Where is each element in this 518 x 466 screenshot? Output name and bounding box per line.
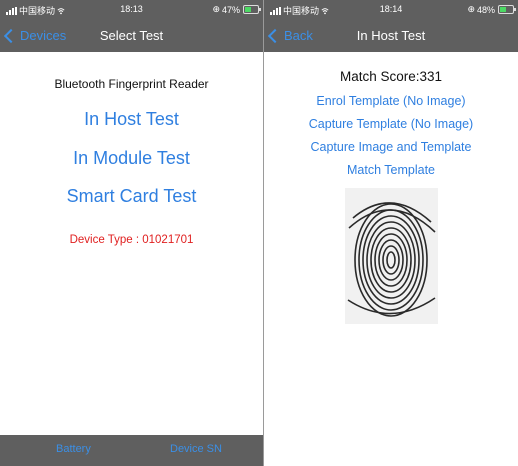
enrol-template-button[interactable]: Enrol Template (No Image) bbox=[264, 94, 518, 108]
capture-image-template-button[interactable]: Capture Image and Template bbox=[264, 140, 518, 154]
navigation-bar: Back In Host Test bbox=[264, 18, 518, 52]
battery-icon bbox=[243, 5, 261, 14]
fingerprint-image bbox=[345, 188, 438, 324]
match-template-button[interactable]: Match Template bbox=[264, 163, 518, 177]
in-host-test-button[interactable]: In Host Test bbox=[0, 109, 263, 130]
tab-bar: Battery Device SN bbox=[0, 435, 263, 466]
in-module-test-button[interactable]: In Module Test bbox=[0, 148, 263, 169]
match-score-label: Match Score:331 bbox=[339, 69, 443, 84]
battery-group: ⊕ 48% bbox=[467, 4, 516, 15]
nav-title: In Host Test bbox=[356, 28, 426, 43]
select-test-screen: 中国移动 18:13 ⊕ 47% Devices Select Test Blu… bbox=[0, 0, 263, 466]
tab-battery[interactable]: Battery bbox=[56, 443, 91, 455]
battery-icon bbox=[498, 5, 516, 14]
battery-group: ⊕ 47% bbox=[212, 4, 261, 15]
tab-device-sn[interactable]: Device SN bbox=[170, 443, 222, 455]
status-bar: 中国移动 18:13 ⊕ 47% bbox=[0, 0, 263, 18]
device-type-label: Device Type : 01021701 bbox=[69, 234, 194, 246]
alarm-icon: ⊕ bbox=[467, 4, 475, 14]
nav-title: Select Test bbox=[99, 28, 164, 43]
in-host-test-screen: 中国移动 18:14 ⊕ 48% Back In Host Test Match… bbox=[264, 0, 518, 466]
smart-card-test-button[interactable]: Smart Card Test bbox=[0, 186, 263, 207]
alarm-icon: ⊕ bbox=[212, 4, 220, 14]
navigation-bar: Devices Select Test bbox=[0, 18, 263, 52]
capture-template-button[interactable]: Capture Template (No Image) bbox=[264, 117, 518, 131]
battery-percent: 48% bbox=[476, 4, 495, 15]
battery-percent: 47% bbox=[221, 4, 240, 15]
status-bar: 中国移动 18:14 ⊕ 48% bbox=[264, 0, 518, 18]
page-heading: Bluetooth Fingerprint Reader bbox=[54, 77, 209, 91]
